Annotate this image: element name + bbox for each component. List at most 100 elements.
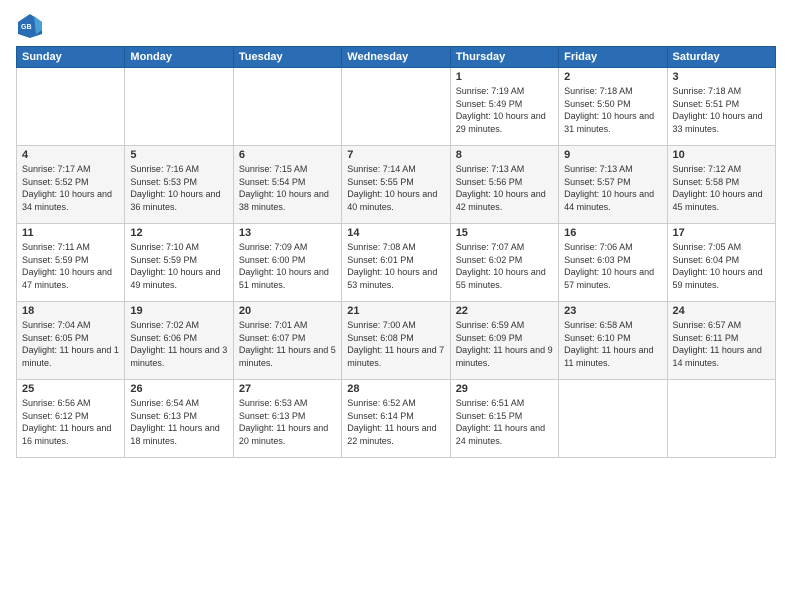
calendar-cell xyxy=(559,380,667,458)
calendar-cell: 12 Sunrise: 7:10 AM Sunset: 5:59 PM Dayli… xyxy=(125,224,233,302)
day-number: 19 xyxy=(130,305,227,317)
day-header-wednesday: Wednesday xyxy=(342,47,450,68)
logo: GB xyxy=(16,12,48,40)
day-info: Sunrise: 7:02 AM Sunset: 6:06 PM Dayligh… xyxy=(130,319,227,369)
calendar-week-row: 1Sunrise: 7:19 AM Sunset: 5:49 PM Daylig… xyxy=(17,68,776,146)
calendar-cell xyxy=(17,68,125,146)
day-info: Sunrise: 7:12 AM Sunset: 5:58 PM Dayligh… xyxy=(673,163,770,213)
calendar-cell: 17Sunrise: 7:05 AM Sunset: 6:04 PM Dayli… xyxy=(667,224,775,302)
calendar-cell: 25 Sunrise: 6:56 AM Sunset: 6:12 PM Dayli… xyxy=(17,380,125,458)
day-info: Sunrise: 7:04 AM Sunset: 6:05 PM Dayligh… xyxy=(22,319,119,369)
day-header-tuesday: Tuesday xyxy=(233,47,341,68)
day-header-sunday: Sunday xyxy=(17,47,125,68)
day-info: Sunrise: 7:01 AM Sunset: 6:07 PM Dayligh… xyxy=(239,319,336,369)
day-number: 2 xyxy=(564,71,661,83)
calendar-cell xyxy=(125,68,233,146)
calendar-cell: 8Sunrise: 7:13 AM Sunset: 5:56 PM Daylig… xyxy=(450,146,558,224)
calendar-cell: 26 Sunrise: 6:54 AM Sunset: 6:13 PM Dayli… xyxy=(125,380,233,458)
day-info: Sunrise: 7:07 AM Sunset: 6:02 PM Dayligh… xyxy=(456,241,553,291)
calendar-cell: 24Sunrise: 6:57 AM Sunset: 6:11 PM Dayli… xyxy=(667,302,775,380)
day-number: 24 xyxy=(673,305,770,317)
day-info: Sunrise: 6:56 AM Sunset: 6:12 PM Dayligh… xyxy=(22,397,119,447)
calendar-cell: 18 Sunrise: 7:04 AM Sunset: 6:05 PM Dayli… xyxy=(17,302,125,380)
day-number: 1 xyxy=(456,71,553,83)
day-number: 11 xyxy=(22,227,119,239)
calendar-cell xyxy=(233,68,341,146)
day-info: Sunrise: 7:16 AM Sunset: 5:53 PM Dayligh… xyxy=(130,163,227,213)
day-number: 4 xyxy=(22,149,119,161)
calendar-cell: 15 Sunrise: 7:07 AM Sunset: 6:02 PM Dayli… xyxy=(450,224,558,302)
calendar-cell: 11 Sunrise: 7:11 AM Sunset: 5:59 PM Dayli… xyxy=(17,224,125,302)
day-number: 3 xyxy=(673,71,770,83)
calendar-cell: 22 Sunrise: 6:59 AM Sunset: 6:09 PM Dayli… xyxy=(450,302,558,380)
day-info: Sunrise: 7:11 AM Sunset: 5:59 PM Dayligh… xyxy=(22,241,119,291)
day-number: 25 xyxy=(22,383,119,395)
calendar-cell: 28 Sunrise: 6:52 AM Sunset: 6:14 PM Dayli… xyxy=(342,380,450,458)
day-number: 9 xyxy=(564,149,661,161)
calendar-cell xyxy=(667,380,775,458)
day-info: Sunrise: 6:53 AM Sunset: 6:13 PM Dayligh… xyxy=(239,397,336,447)
calendar-cell: 21Sunrise: 7:00 AM Sunset: 6:08 PM Dayli… xyxy=(342,302,450,380)
header: GB xyxy=(16,12,776,40)
day-info: Sunrise: 6:54 AM Sunset: 6:13 PM Dayligh… xyxy=(130,397,227,447)
calendar-week-row: 18 Sunrise: 7:04 AM Sunset: 6:05 PM Dayli… xyxy=(17,302,776,380)
page: GB SundayMondayTuesdayWednesdayThursdayF… xyxy=(0,0,792,612)
calendar-week-row: 4 Sunrise: 7:17 AM Sunset: 5:52 PM Daylig… xyxy=(17,146,776,224)
day-info: Sunrise: 7:13 AM Sunset: 5:56 PM Dayligh… xyxy=(456,163,553,213)
day-number: 21 xyxy=(347,305,444,317)
calendar-cell: 7 Sunrise: 7:14 AM Sunset: 5:55 PM Daylig… xyxy=(342,146,450,224)
day-info: Sunrise: 7:08 AM Sunset: 6:01 PM Dayligh… xyxy=(347,241,444,291)
calendar-cell: 9 Sunrise: 7:13 AM Sunset: 5:57 PM Daylig… xyxy=(559,146,667,224)
day-number: 10 xyxy=(673,149,770,161)
day-number: 12 xyxy=(130,227,227,239)
day-info: Sunrise: 7:18 AM Sunset: 5:50 PM Dayligh… xyxy=(564,85,661,135)
day-number: 27 xyxy=(239,383,336,395)
calendar-cell: 5 Sunrise: 7:16 AM Sunset: 5:53 PM Daylig… xyxy=(125,146,233,224)
day-number: 26 xyxy=(130,383,227,395)
day-header-thursday: Thursday xyxy=(450,47,558,68)
calendar-cell: 29 Sunrise: 6:51 AM Sunset: 6:15 PM Dayli… xyxy=(450,380,558,458)
calendar-week-row: 11 Sunrise: 7:11 AM Sunset: 5:59 PM Dayli… xyxy=(17,224,776,302)
calendar-cell: 27 Sunrise: 6:53 AM Sunset: 6:13 PM Dayli… xyxy=(233,380,341,458)
day-number: 22 xyxy=(456,305,553,317)
day-info: Sunrise: 7:18 AM Sunset: 5:51 PM Dayligh… xyxy=(673,85,770,135)
day-number: 29 xyxy=(456,383,553,395)
calendar-table: SundayMondayTuesdayWednesdayThursdayFrid… xyxy=(16,46,776,458)
day-info: Sunrise: 7:17 AM Sunset: 5:52 PM Dayligh… xyxy=(22,163,119,213)
day-info: Sunrise: 6:59 AM Sunset: 6:09 PM Dayligh… xyxy=(456,319,553,369)
day-info: Sunrise: 6:51 AM Sunset: 6:15 PM Dayligh… xyxy=(456,397,553,447)
calendar-cell: 3 Sunrise: 7:18 AM Sunset: 5:51 PM Daylig… xyxy=(667,68,775,146)
day-number: 14 xyxy=(347,227,444,239)
calendar-cell xyxy=(342,68,450,146)
day-number: 13 xyxy=(239,227,336,239)
day-header-monday: Monday xyxy=(125,47,233,68)
calendar-cell: 13Sunrise: 7:09 AM Sunset: 6:00 PM Dayli… xyxy=(233,224,341,302)
day-info: Sunrise: 7:14 AM Sunset: 5:55 PM Dayligh… xyxy=(347,163,444,213)
calendar-week-row: 25 Sunrise: 6:56 AM Sunset: 6:12 PM Dayli… xyxy=(17,380,776,458)
day-number: 28 xyxy=(347,383,444,395)
day-number: 5 xyxy=(130,149,227,161)
calendar-cell: 10 Sunrise: 7:12 AM Sunset: 5:58 PM Dayli… xyxy=(667,146,775,224)
calendar-cell: 1Sunrise: 7:19 AM Sunset: 5:49 PM Daylig… xyxy=(450,68,558,146)
day-info: Sunrise: 6:58 AM Sunset: 6:10 PM Dayligh… xyxy=(564,319,661,369)
calendar-cell: 16Sunrise: 7:06 AM Sunset: 6:03 PM Dayli… xyxy=(559,224,667,302)
logo-icon: GB xyxy=(16,12,44,40)
calendar-cell: 19 Sunrise: 7:02 AM Sunset: 6:06 PM Dayli… xyxy=(125,302,233,380)
day-number: 23 xyxy=(564,305,661,317)
calendar-cell: 20 Sunrise: 7:01 AM Sunset: 6:07 PM Dayli… xyxy=(233,302,341,380)
calendar-cell: 2 Sunrise: 7:18 AM Sunset: 5:50 PM Daylig… xyxy=(559,68,667,146)
day-info: Sunrise: 7:05 AM Sunset: 6:04 PM Dayligh… xyxy=(673,241,770,291)
day-info: Sunrise: 7:15 AM Sunset: 5:54 PM Dayligh… xyxy=(239,163,336,213)
day-info: Sunrise: 6:52 AM Sunset: 6:14 PM Dayligh… xyxy=(347,397,444,447)
day-header-friday: Friday xyxy=(559,47,667,68)
day-number: 18 xyxy=(22,305,119,317)
day-number: 15 xyxy=(456,227,553,239)
calendar-cell: 4 Sunrise: 7:17 AM Sunset: 5:52 PM Daylig… xyxy=(17,146,125,224)
day-header-saturday: Saturday xyxy=(667,47,775,68)
day-info: Sunrise: 7:10 AM Sunset: 5:59 PM Dayligh… xyxy=(130,241,227,291)
day-number: 20 xyxy=(239,305,336,317)
day-number: 6 xyxy=(239,149,336,161)
day-info: Sunrise: 7:13 AM Sunset: 5:57 PM Dayligh… xyxy=(564,163,661,213)
day-number: 7 xyxy=(347,149,444,161)
calendar-cell: 14 Sunrise: 7:08 AM Sunset: 6:01 PM Dayli… xyxy=(342,224,450,302)
